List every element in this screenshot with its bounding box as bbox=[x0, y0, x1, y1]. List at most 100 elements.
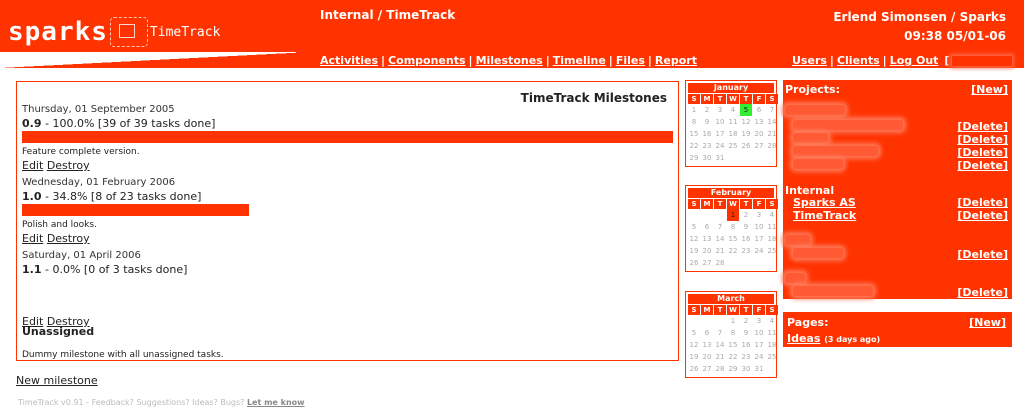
nav-timeline[interactable]: Timeline bbox=[553, 54, 606, 67]
calendar-day[interactable]: 6 bbox=[701, 221, 713, 233]
calendar-day[interactable]: 14 bbox=[714, 233, 726, 245]
new-milestone-link[interactable]: New milestone bbox=[16, 374, 98, 387]
nav-milestones[interactable]: Milestones bbox=[476, 54, 543, 67]
calendar-day[interactable]: 10 bbox=[714, 116, 726, 128]
calendar-day[interactable]: 20 bbox=[701, 245, 713, 257]
calendar-day[interactable]: 23 bbox=[701, 140, 713, 152]
delete-project-button[interactable]: [Delete] bbox=[957, 159, 1008, 172]
calendar-day[interactable]: 15 bbox=[727, 339, 739, 351]
calendar-day[interactable]: 26 bbox=[688, 363, 700, 375]
redacted-project-link[interactable] bbox=[793, 286, 873, 296]
calendar-day[interactable]: 2 bbox=[701, 104, 713, 116]
calendar-day[interactable]: 20 bbox=[753, 128, 765, 140]
calendar-day[interactable]: 1 bbox=[727, 315, 739, 327]
edit-link[interactable]: Edit bbox=[22, 159, 43, 172]
calendar-day[interactable]: 8 bbox=[688, 116, 700, 128]
nav-report[interactable]: Report bbox=[655, 54, 697, 67]
calendar-day[interactable]: 4 bbox=[727, 104, 739, 116]
calendar-day[interactable]: 31 bbox=[714, 152, 726, 164]
new-project-button[interactable]: [New] bbox=[971, 83, 1008, 96]
redacted-link[interactable] bbox=[952, 56, 1013, 66]
calendar-day[interactable]: 21 bbox=[766, 128, 778, 140]
calendar-day[interactable]: 13 bbox=[701, 233, 713, 245]
calendar-day[interactable]: 14 bbox=[766, 116, 778, 128]
redacted-project-link[interactable] bbox=[793, 248, 843, 258]
calendar-day[interactable]: 22 bbox=[727, 245, 739, 257]
calendar-day[interactable]: 5 bbox=[740, 104, 752, 116]
calendar-day[interactable]: 3 bbox=[753, 315, 765, 327]
calendar-day[interactable]: 14 bbox=[714, 339, 726, 351]
calendar-day[interactable]: 28 bbox=[714, 257, 726, 269]
calendar-day[interactable]: 9 bbox=[740, 221, 752, 233]
nav-activities[interactable]: Activities bbox=[320, 54, 378, 67]
calendar-day[interactable]: 11 bbox=[766, 221, 778, 233]
delete-project-button[interactable]: [Delete] bbox=[957, 209, 1008, 222]
delete-project-button[interactable]: [Delete] bbox=[957, 146, 1008, 159]
calendar-day[interactable]: 7 bbox=[714, 327, 726, 339]
calendar-day[interactable]: 13 bbox=[753, 116, 765, 128]
edit-link[interactable]: Edit bbox=[22, 232, 43, 245]
calendar-day[interactable]: 26 bbox=[688, 257, 700, 269]
calendar-day[interactable]: 1 bbox=[727, 209, 739, 221]
nav-logout[interactable]: Log Out bbox=[890, 54, 939, 67]
calendar-day[interactable]: 8 bbox=[727, 327, 739, 339]
calendar-day[interactable]: 4 bbox=[766, 209, 778, 221]
delete-project-button[interactable]: [Delete] bbox=[957, 286, 1008, 299]
calendar-day[interactable]: 24 bbox=[753, 351, 765, 363]
calendar-day[interactable]: 29 bbox=[727, 363, 739, 375]
calendar-day[interactable]: 9 bbox=[740, 327, 752, 339]
calendar-day[interactable]: 24 bbox=[753, 245, 765, 257]
calendar-day[interactable]: 25 bbox=[727, 140, 739, 152]
destroy-link[interactable]: Destroy bbox=[47, 232, 90, 245]
calendar-day[interactable]: 17 bbox=[714, 128, 726, 140]
calendar-day[interactable]: 10 bbox=[753, 327, 765, 339]
calendar-day[interactable]: 16 bbox=[740, 233, 752, 245]
calendar-day[interactable]: 18 bbox=[766, 233, 778, 245]
project-link-timetrack[interactable]: TimeTrack bbox=[793, 209, 856, 222]
calendar-day[interactable]: 30 bbox=[701, 152, 713, 164]
calendar-day[interactable]: 17 bbox=[753, 233, 765, 245]
calendar-day[interactable]: 1 bbox=[688, 104, 700, 116]
calendar-day[interactable]: 28 bbox=[766, 140, 778, 152]
nav-users[interactable]: Users bbox=[792, 54, 827, 67]
calendar-day[interactable]: 27 bbox=[753, 140, 765, 152]
calendar-day[interactable]: 12 bbox=[688, 233, 700, 245]
calendar-day[interactable]: 22 bbox=[727, 351, 739, 363]
redacted-project-link[interactable] bbox=[793, 146, 878, 156]
calendar-day[interactable]: 11 bbox=[727, 116, 739, 128]
redacted-project-link[interactable] bbox=[793, 120, 903, 130]
nav-components[interactable]: Components bbox=[388, 54, 465, 67]
calendar-day[interactable]: 11 bbox=[766, 327, 778, 339]
calendar-day[interactable]: 29 bbox=[688, 152, 700, 164]
calendar-day[interactable]: 2 bbox=[740, 315, 752, 327]
calendar-day[interactable]: 19 bbox=[740, 128, 752, 140]
nav-files[interactable]: Files bbox=[616, 54, 645, 67]
feedback-link[interactable]: Let me know bbox=[247, 398, 305, 407]
calendar-day[interactable]: 15 bbox=[688, 128, 700, 140]
calendar-day[interactable]: 19 bbox=[688, 351, 700, 363]
redacted-project-link[interactable] bbox=[793, 133, 828, 143]
calendar-day[interactable]: 15 bbox=[727, 233, 739, 245]
calendar-day[interactable]: 2 bbox=[740, 209, 752, 221]
calendar-day[interactable]: 20 bbox=[701, 351, 713, 363]
calendar-day[interactable]: 3 bbox=[753, 209, 765, 221]
destroy-link[interactable]: Destroy bbox=[47, 159, 90, 172]
page-link-ideas[interactable]: Ideas bbox=[787, 332, 820, 345]
calendar-day[interactable]: 4 bbox=[766, 315, 778, 327]
calendar-day[interactable]: 18 bbox=[727, 128, 739, 140]
calendar-day[interactable]: 24 bbox=[714, 140, 726, 152]
calendar-day[interactable]: 22 bbox=[688, 140, 700, 152]
calendar-day[interactable]: 27 bbox=[701, 363, 713, 375]
calendar-day[interactable]: 13 bbox=[701, 339, 713, 351]
calendar-day[interactable]: 6 bbox=[701, 327, 713, 339]
calendar-day[interactable]: 3 bbox=[714, 104, 726, 116]
calendar-day[interactable]: 16 bbox=[740, 339, 752, 351]
calendar-day[interactable]: 19 bbox=[688, 245, 700, 257]
calendar-day[interactable]: 5 bbox=[688, 221, 700, 233]
calendar-day[interactable]: 21 bbox=[714, 245, 726, 257]
calendar-day[interactable]: 31 bbox=[753, 363, 765, 375]
calendar-day[interactable]: 23 bbox=[740, 351, 752, 363]
delete-project-button[interactable]: [Delete] bbox=[957, 196, 1008, 209]
delete-project-button[interactable]: [Delete] bbox=[957, 120, 1008, 133]
delete-project-button[interactable]: [Delete] bbox=[957, 248, 1008, 261]
